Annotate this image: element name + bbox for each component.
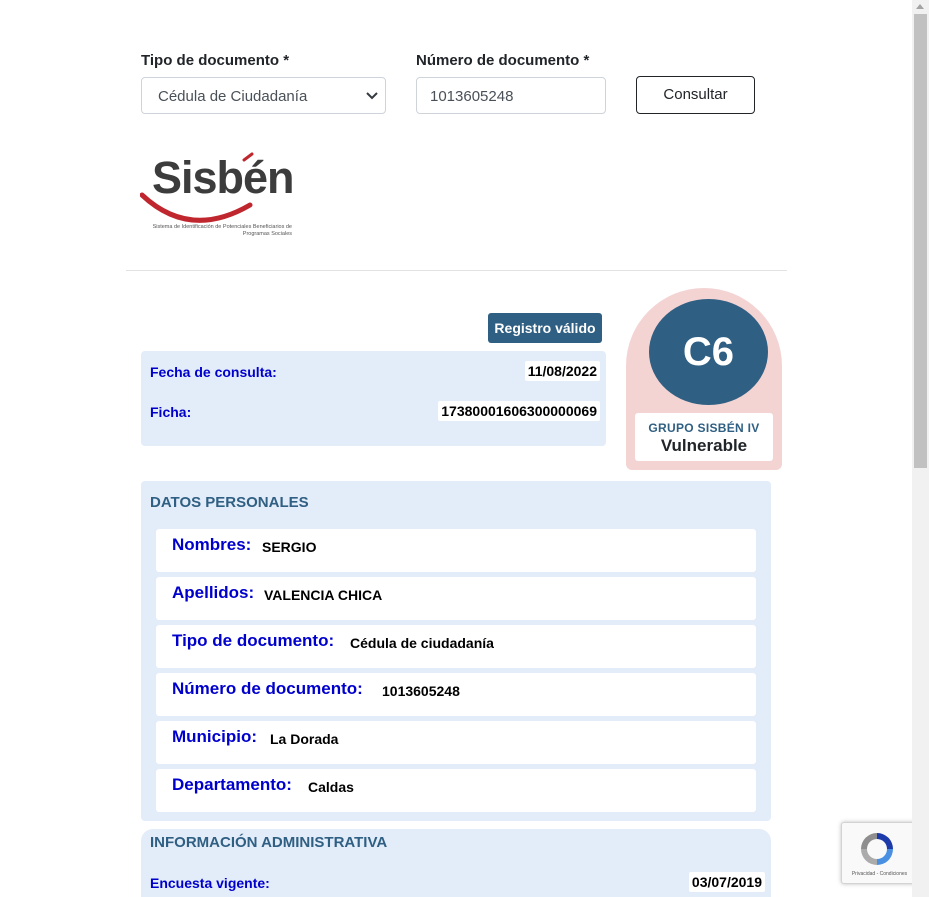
datos-personales-title: DATOS PERSONALES	[150, 494, 309, 511]
personal-row-numero-documento: Número de documento: 1013605248	[156, 673, 756, 716]
numero-documento-input[interactable]: 1013605248	[416, 77, 606, 114]
row-value: Caldas	[308, 779, 354, 795]
personal-row-municipio: Municipio: La Dorada	[156, 721, 756, 764]
grupo-sisben-badge: C6 GRUPO SISBÉN IV Vulnerable	[626, 288, 782, 470]
numero-documento-label: Número de documento *	[416, 52, 590, 69]
consultar-button[interactable]: Consultar	[636, 76, 755, 114]
tipo-documento-selected: Cédula de Ciudadanía	[158, 88, 308, 105]
personal-row-apellidos: Apellidos: VALENCIA CHICA	[156, 577, 756, 620]
grupo-category: Vulnerable	[660, 436, 748, 455]
encuesta-vigente-label: Encuesta vigente:	[150, 875, 270, 891]
informacion-administrativa-title: INFORMACIÓN ADMINISTRATIVA	[150, 834, 388, 851]
divider	[126, 270, 787, 271]
row-label: Municipio:	[172, 727, 257, 746]
sisben-logo: Sisbén Sistema de Identificación de Pote…	[140, 150, 300, 245]
row-label: Nombres:	[172, 535, 252, 554]
scrollbar-thumb[interactable]	[914, 14, 927, 468]
fecha-consulta-label: Fecha de consulta:	[150, 364, 277, 380]
tipo-documento-select[interactable]: Cédula de Ciudadanía	[141, 77, 386, 114]
registro-valido-badge: Registro válido	[488, 313, 602, 343]
logo-subtitle: Sistema de Identificación de Potenciales…	[152, 224, 292, 237]
row-label: Apellidos:	[172, 583, 255, 602]
scroll-up-icon[interactable]	[916, 4, 924, 9]
row-value: Cédula de ciudadanía	[350, 635, 494, 651]
logo-word: Sisbén	[152, 152, 295, 203]
chevron-down-icon	[366, 92, 378, 100]
tipo-documento-label: Tipo de documento *	[141, 52, 290, 69]
consulta-panel: Fecha de consulta: 11/08/2022 Ficha: 173…	[141, 351, 606, 446]
recaptcha-widget[interactable]: Privacidad - Condiciones	[841, 822, 916, 884]
row-label: Número de documento:	[172, 679, 363, 698]
recaptcha-icon	[861, 833, 893, 865]
fecha-consulta-value: 11/08/2022	[524, 361, 600, 381]
grupo-code: C6	[649, 299, 768, 405]
row-label: Departamento:	[172, 775, 292, 794]
grupo-name: GRUPO SISBÉN IV	[648, 421, 760, 435]
page-scrollbar[interactable]	[912, 0, 929, 897]
informacion-administrativa-panel: INFORMACIÓN ADMINISTRATIVA Encuesta vige…	[141, 829, 771, 897]
personal-row-departamento: Departamento: Caldas	[156, 769, 756, 812]
grupo-card: GRUPO SISBÉN IV Vulnerable	[635, 413, 773, 461]
encuesta-vigente-value: 03/07/2019	[688, 872, 765, 892]
row-value: SERGIO	[262, 539, 317, 555]
datos-personales-panel: DATOS PERSONALES Nombres: SERGIO Apellid…	[141, 481, 771, 821]
ficha-value: 17380001606300000069	[438, 401, 600, 421]
personal-row-nombres: Nombres: SERGIO	[156, 529, 756, 572]
row-value: VALENCIA CHICA	[264, 587, 383, 603]
personal-row-tipo-documento: Tipo de documento: Cédula de ciudadanía	[156, 625, 756, 668]
recaptcha-text[interactable]: Privacidad - Condiciones	[842, 871, 917, 877]
ficha-label: Ficha:	[150, 404, 192, 420]
row-label: Tipo de documento:	[172, 631, 335, 650]
row-value: La Dorada	[270, 731, 339, 747]
row-value: 1013605248	[382, 683, 460, 699]
